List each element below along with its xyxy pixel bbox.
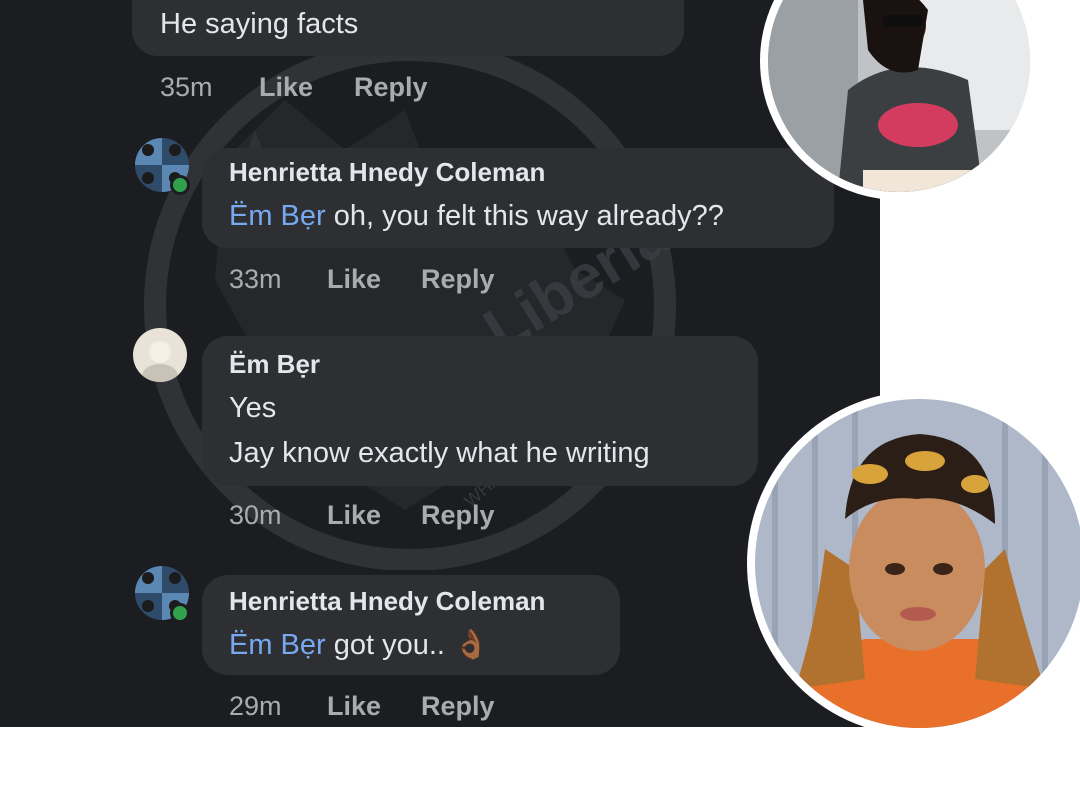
- profile-photo-inset: [747, 391, 1080, 736]
- comment-text-line: Jay know exactly what he writing: [229, 437, 650, 469]
- comment-author[interactable]: Ëm Bẹr: [229, 349, 320, 380]
- comment-time: 33m: [229, 264, 282, 294]
- online-status-indicator: [170, 175, 190, 195]
- comment-text: Ëm Bẹr oh, you felt this way already??: [229, 200, 724, 232]
- comment-author[interactable]: Henrietta Hnedy Coleman: [229, 157, 545, 188]
- like-button[interactable]: Like: [327, 500, 381, 531]
- ok-hand-emoji: 👌🏾: [453, 629, 490, 661]
- comment-time: 29m: [229, 691, 282, 721]
- comment-author[interactable]: Henrietta Hnedy Coleman: [229, 586, 545, 617]
- comment-time: 30m: [229, 500, 282, 530]
- like-button[interactable]: Like: [259, 72, 313, 103]
- reply-button[interactable]: Reply: [354, 72, 428, 103]
- reply-button[interactable]: Reply: [421, 264, 495, 295]
- online-status-indicator: [170, 603, 190, 623]
- avatar[interactable]: [133, 328, 187, 382]
- reply-button[interactable]: Reply: [421, 691, 495, 722]
- comment-thread-screenshot: Naija Liberia WHAT THE EYES CAN'T SEE He…: [0, 0, 880, 727]
- like-button[interactable]: Like: [327, 264, 381, 295]
- reply-button[interactable]: Reply: [421, 500, 495, 531]
- comment-text: He saying facts: [160, 8, 359, 40]
- comment-text: Ëm Bẹr got you.. 👌🏾: [229, 629, 490, 661]
- comment-time: 35m: [160, 72, 213, 102]
- like-button[interactable]: Like: [327, 691, 381, 722]
- mention-link[interactable]: Ëm Bẹr: [229, 629, 326, 661]
- comment-text-line: Yes: [229, 392, 277, 424]
- watermark-logo: Naija Liberia WHAT THE EYES CAN'T SEE: [144, 40, 682, 570]
- mention-link[interactable]: Ëm Bẹr: [229, 200, 326, 232]
